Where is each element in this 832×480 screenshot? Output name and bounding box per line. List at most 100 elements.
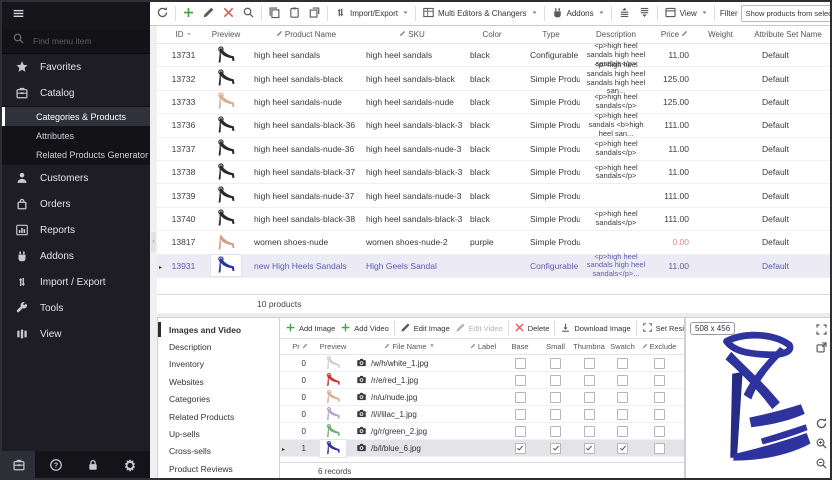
checkbox-exclude[interactable] (654, 443, 665, 454)
zoom-in-icon[interactable] (815, 437, 828, 455)
column-header-type[interactable]: Type (522, 30, 580, 39)
checkbox-base[interactable] (515, 358, 526, 369)
delete-product-button[interactable] (219, 4, 238, 23)
tab-images-and-video[interactable]: Images and Video (158, 321, 279, 338)
column-header-id[interactable]: ID (165, 30, 202, 39)
checkbox-swatch[interactable] (617, 443, 628, 454)
table-row[interactable]: 13738high heel sandals-black-37high heel… (157, 161, 832, 184)
rotate-icon[interactable] (815, 417, 828, 435)
table-row[interactable]: 13817women shoes-nudewomen shoes-nude-2p… (157, 231, 832, 254)
delete-button[interactable]: Delete (512, 320, 552, 337)
sidebar-item-attributes[interactable]: Attributes (2, 126, 150, 145)
edit-image-button[interactable]: Edit Image (398, 320, 452, 337)
column-header-exclude[interactable]: Exclude (639, 342, 679, 351)
tab-websites[interactable]: Websites (158, 373, 279, 390)
table-row[interactable]: 13733high heel sandals-nudehigh heel san… (157, 91, 832, 114)
add-video-button[interactable]: Add Video (338, 320, 390, 337)
image-row[interactable]: 0/w/h/white_1.jpg (280, 355, 684, 372)
paste-button[interactable] (285, 4, 304, 23)
addons-menu[interactable]: Addons (548, 4, 608, 23)
checkbox-thumbna[interactable] (584, 443, 595, 454)
import-export-menu[interactable]: Import/Export (331, 4, 412, 23)
image-row[interactable]: 0/n/u/nude.jpg (280, 389, 684, 406)
column-header-sku[interactable]: SKU (362, 30, 462, 39)
column-header-pr[interactable]: Pr (288, 342, 312, 351)
checkbox-thumbna[interactable] (584, 375, 595, 386)
sidebar-item-addons[interactable]: Addons (2, 243, 150, 269)
column-header-attribute-set-name[interactable]: Attribute Set Name (744, 30, 832, 39)
category-filter-select[interactable]: Show products from selected categories (741, 5, 830, 22)
tab-description[interactable]: Description (158, 338, 279, 355)
checkbox-thumbna[interactable] (584, 426, 595, 437)
checkbox-base[interactable] (515, 375, 526, 386)
checkbox-exclude[interactable] (654, 409, 665, 420)
view-menu[interactable]: View (661, 4, 711, 23)
add-image-button[interactable]: Add Image (283, 320, 337, 337)
duplicate-button[interactable] (305, 4, 324, 23)
column-header-preview[interactable]: Preview (312, 342, 354, 351)
checkbox-base[interactable] (515, 443, 526, 454)
table-row[interactable]: 13740high heel sandals-black-38high heel… (157, 208, 832, 231)
refresh-button[interactable] (153, 4, 172, 23)
column-header-description[interactable]: Description (580, 30, 652, 39)
checkbox-exclude[interactable] (654, 358, 665, 369)
sidebar-item-view[interactable]: View (2, 321, 150, 347)
zoom-out-icon[interactable] (815, 457, 828, 475)
checkbox-thumbna[interactable] (584, 409, 595, 420)
fullscreen-icon[interactable] (815, 323, 828, 341)
add-product-button[interactable] (179, 4, 198, 23)
tab-product-reviews[interactable]: Product Reviews (158, 460, 279, 477)
checkbox-exclude[interactable] (654, 426, 665, 437)
column-header-file-name[interactable]: File Name (354, 342, 465, 351)
checkbox-thumbna[interactable] (584, 392, 595, 403)
column-header-weight[interactable]: Weight (697, 30, 744, 39)
column-header-product-name[interactable]: Product Name (250, 30, 362, 39)
image-row[interactable]: 0/g/r/green_2.jpg (280, 423, 684, 440)
tab-cross-sells[interactable]: Cross-sells (158, 443, 279, 460)
column-header-thumbna[interactable]: Thumbna (572, 342, 606, 351)
checkbox-small[interactable] (550, 375, 561, 386)
table-row[interactable]: 13737high heel sandals-nude-36high heel … (157, 138, 832, 161)
checkbox-thumbna[interactable] (584, 358, 595, 369)
sidebar-item-reports[interactable]: Reports (2, 217, 150, 243)
checkbox-small[interactable] (550, 358, 561, 369)
tab-inventory[interactable]: Inventory (158, 356, 279, 373)
image-row[interactable]: 0/r/e/red_1.jpg (280, 372, 684, 389)
image-row[interactable]: ▸1/b/l/blue_6.jpg (280, 440, 684, 457)
column-header-label[interactable]: Label (465, 342, 501, 351)
table-row[interactable]: 13736high heel sandals-black-36high heel… (157, 114, 832, 137)
sidebar-item-favorites[interactable]: Favorites (2, 54, 150, 80)
table-row[interactable]: 13732high heel sandals-blackhigh heel sa… (157, 67, 832, 90)
table-row[interactable]: 13731high heel sandalshigh heel sandalsb… (157, 44, 832, 67)
sidebar-item-customers[interactable]: Customers (2, 165, 150, 191)
edit-product-button[interactable] (199, 4, 218, 23)
copy-button[interactable] (265, 4, 284, 23)
column-header-color[interactable]: Color (462, 30, 522, 39)
set-resize-rule-button[interactable]: Set Resize Rule (640, 320, 684, 337)
sidebar-item-related-products-generator[interactable]: Related Products Generator (2, 145, 150, 164)
lock-button[interactable] (76, 451, 109, 478)
catalog-shortcut-button[interactable] (2, 451, 35, 478)
column-header-small[interactable]: Small (539, 342, 572, 351)
open-external-icon[interactable] (815, 341, 828, 359)
checkbox-swatch[interactable] (617, 392, 628, 403)
sidebar-item-catalog[interactable]: Catalog (2, 80, 150, 106)
menu-search-input[interactable] (31, 35, 131, 47)
sidebar-item-import-export[interactable]: Import / Export (2, 269, 150, 295)
checkbox-small[interactable] (550, 426, 561, 437)
tab-categories[interactable]: Categories (158, 391, 279, 408)
image-row[interactable]: 0/l/i/lilac_1.jpg (280, 406, 684, 423)
tab-related-products[interactable]: Related Products (158, 408, 279, 425)
sidebar-item-tools[interactable]: Tools (2, 295, 150, 321)
column-header-price[interactable]: Price (652, 30, 697, 39)
column-header-base[interactable]: Base (501, 342, 539, 351)
checkbox-exclude[interactable] (654, 392, 665, 403)
checkbox-base[interactable] (515, 409, 526, 420)
column-header-preview[interactable]: Preview (202, 30, 250, 39)
settings-button[interactable] (113, 451, 146, 478)
checkbox-base[interactable] (515, 392, 526, 403)
sidebar-item-categories-products[interactable]: Categories & Products (2, 107, 150, 126)
column-header-swatch[interactable]: Swatch (606, 342, 639, 351)
checkbox-swatch[interactable] (617, 375, 628, 386)
search-products-button[interactable] (239, 4, 258, 23)
